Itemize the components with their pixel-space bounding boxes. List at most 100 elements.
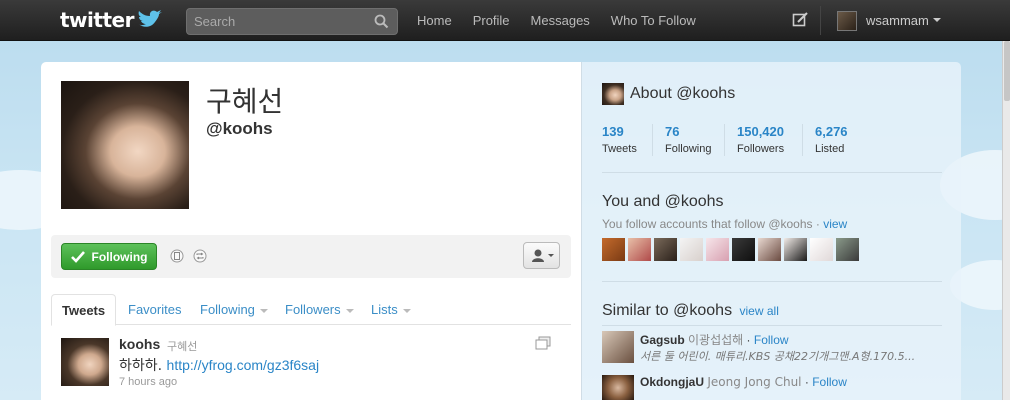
section-divider bbox=[602, 172, 942, 173]
chevron-down-icon bbox=[402, 308, 411, 313]
page-scrollbar[interactable] bbox=[1002, 41, 1010, 400]
tweet-timestamp[interactable]: 7 hours ago bbox=[119, 376, 177, 388]
follower-thumbnail[interactable] bbox=[784, 238, 807, 261]
tweet-link[interactable]: http://yfrog.com/gz3f6saj bbox=[167, 357, 320, 373]
check-icon bbox=[70, 250, 85, 263]
follower-thumbnail[interactable] bbox=[602, 238, 625, 261]
section-divider bbox=[602, 325, 942, 326]
tab-following-label: Following bbox=[200, 302, 255, 317]
following-button-label: Following bbox=[91, 249, 148, 264]
nav-profile[interactable]: Profile bbox=[473, 13, 510, 28]
stat-tweets[interactable]: 139 Tweets bbox=[602, 124, 637, 155]
follower-thumbnail[interactable] bbox=[654, 238, 677, 261]
profile-action-bar: Following bbox=[51, 235, 571, 278]
nav-home[interactable]: Home bbox=[417, 13, 452, 28]
tweet-body: 하하하. bbox=[119, 358, 163, 374]
stat-listed-label: Listed bbox=[815, 143, 845, 155]
mutual-followers-thumbnails bbox=[602, 238, 862, 261]
tab-tweets-label: Tweets bbox=[62, 303, 106, 318]
stat-following[interactable]: 76 Following bbox=[665, 124, 711, 155]
stat-followers[interactable]: 150,420 Followers bbox=[737, 124, 784, 155]
about-avatar bbox=[602, 83, 624, 105]
person-icon bbox=[532, 249, 554, 262]
stat-divider bbox=[724, 124, 725, 156]
tweet-text: 하하하. http://yfrog.com/gz3f6saj bbox=[119, 355, 319, 375]
stat-following-value: 76 bbox=[665, 124, 680, 139]
follower-thumbnail[interactable] bbox=[628, 238, 651, 261]
similar-title-text: Similar to @koohs bbox=[602, 302, 733, 319]
mobile-notifications-icon[interactable] bbox=[170, 249, 184, 263]
bird-icon bbox=[138, 10, 162, 27]
similar-account-avatar[interactable] bbox=[602, 331, 634, 363]
you-and-title: You and @koohs bbox=[602, 193, 724, 210]
chevron-down-icon bbox=[259, 308, 268, 313]
tab-favorites[interactable]: Favorites bbox=[128, 294, 181, 325]
you-and-subtitle: You follow accounts that follow @koohs ·… bbox=[602, 217, 847, 231]
stat-divider bbox=[802, 124, 803, 156]
user-actions-button[interactable] bbox=[523, 242, 560, 269]
tab-tweets[interactable]: Tweets bbox=[51, 294, 117, 326]
follower-thumbnail[interactable] bbox=[680, 238, 703, 261]
similar-account-fullname: 이광섭섭해 bbox=[688, 333, 744, 347]
search-input[interactable] bbox=[187, 9, 367, 34]
similar-account-handle[interactable]: OkdongjaU bbox=[640, 375, 704, 389]
stat-tweets-label: Tweets bbox=[602, 143, 637, 155]
similar-account-handle[interactable]: Gagsub bbox=[640, 333, 685, 347]
search-box[interactable] bbox=[186, 8, 398, 35]
follower-thumbnail[interactable] bbox=[758, 238, 781, 261]
you-and-view-link[interactable]: view bbox=[823, 217, 847, 231]
you-and-subtitle-text: You follow accounts that follow @koohs · bbox=[602, 217, 820, 231]
nav-messages[interactable]: Messages bbox=[531, 13, 590, 28]
tab-favorites-label: Favorites bbox=[128, 302, 182, 317]
stat-followers-label: Followers bbox=[737, 143, 785, 155]
compose-tweet-icon[interactable] bbox=[792, 12, 808, 28]
similar-account-fullname: Jeong Jong Chul bbox=[707, 375, 802, 389]
section-divider bbox=[602, 281, 942, 282]
chevron-down-icon bbox=[345, 308, 354, 313]
follower-thumbnail[interactable] bbox=[836, 238, 859, 261]
tab-following[interactable]: Following bbox=[200, 294, 268, 325]
media-icon[interactable] bbox=[535, 336, 551, 350]
profile-avatar[interactable] bbox=[61, 81, 189, 209]
similar-view-all-link[interactable]: view all bbox=[740, 304, 779, 318]
tab-lists-label: Lists bbox=[371, 302, 398, 317]
twitter-logo[interactable]: twitter bbox=[60, 8, 163, 32]
similar-title: Similar to @koohs view all bbox=[602, 302, 779, 320]
profile-tabs: Tweets Favorites Following Followers Lis… bbox=[51, 294, 571, 326]
profile-panel: 구혜선 @koohs Following Tweets Favorites Fo… bbox=[41, 62, 581, 400]
tweet-avatar[interactable] bbox=[61, 338, 109, 386]
retweets-toggle-icon[interactable] bbox=[193, 249, 207, 263]
main-nav: Home Profile Messages Who To Follow bbox=[417, 0, 717, 41]
tweet-author-handle[interactable]: koohs bbox=[119, 336, 160, 352]
stat-tweets-value: 139 bbox=[602, 124, 624, 139]
about-title: About @koohs bbox=[630, 85, 736, 102]
stat-listed-value: 6,276 bbox=[815, 124, 848, 139]
follower-thumbnail[interactable] bbox=[810, 238, 833, 261]
similar-account-name: Gagsub 이광섭섭해 · Follow bbox=[640, 333, 789, 347]
user-avatar[interactable] bbox=[837, 11, 857, 31]
profile-handle: @koohs bbox=[206, 119, 273, 138]
top-navigation-bar: twitter Home Profile Messages Who To Fol… bbox=[0, 0, 1010, 41]
scrollbar-thumb[interactable] bbox=[1004, 41, 1010, 101]
logo-text: twitter bbox=[60, 8, 134, 32]
tab-followers[interactable]: Followers bbox=[285, 294, 354, 325]
topbar-divider bbox=[820, 6, 821, 35]
similar-account-follow-link[interactable]: Follow bbox=[812, 375, 847, 389]
follower-thumbnail[interactable] bbox=[706, 238, 729, 261]
profile-name: 구혜선 bbox=[206, 85, 284, 118]
chevron-down-icon[interactable] bbox=[933, 18, 941, 22]
nav-who-to-follow[interactable]: Who To Follow bbox=[611, 13, 696, 28]
tab-lists[interactable]: Lists bbox=[371, 294, 411, 325]
search-icon[interactable] bbox=[374, 14, 389, 29]
follower-thumbnail[interactable] bbox=[732, 238, 755, 261]
similar-account-avatar[interactable] bbox=[602, 375, 634, 400]
stat-divider bbox=[652, 124, 653, 156]
stat-listed[interactable]: 6,276 Listed bbox=[815, 124, 848, 155]
username-menu[interactable]: wsammam bbox=[866, 13, 929, 28]
following-button[interactable]: Following bbox=[61, 243, 157, 270]
similar-account-follow-link[interactable]: Follow bbox=[754, 333, 789, 347]
tab-followers-label: Followers bbox=[285, 302, 341, 317]
tweet-item[interactable]: koohs 구혜선 하하하. http://yfrog.com/gz3f6saj… bbox=[51, 326, 571, 400]
profile-sidebar: About @koohs 139 Tweets 76 Following 150… bbox=[581, 62, 961, 400]
similar-account-bio: 서른 둘 어린이. 매튜리.KBS 공채22기개그맨.A형.170.5... bbox=[640, 350, 916, 363]
